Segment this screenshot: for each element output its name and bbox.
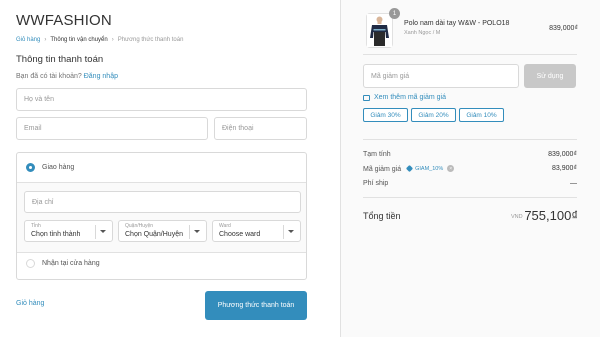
login-prompt-text: Bạn đã có tài khoản? — [16, 73, 82, 80]
discount-label: Mã giảm giá — [363, 166, 402, 173]
apply-coupon-button[interactable]: Sử dụng — [524, 64, 576, 88]
province-select[interactable]: Tỉnh Chọn tỉnh thành — [24, 220, 113, 242]
coupon-chip-20[interactable]: Giảm 20% — [411, 108, 456, 122]
chevron-right-icon: › — [44, 37, 47, 43]
more-coupons-link[interactable]: Xem thêm mã giảm giá — [363, 94, 446, 101]
shipping-method-box: Giao hàng Địa chỉ Tỉnh Chọn tỉnh thành Q… — [16, 152, 307, 280]
login-prompt: Bạn đã có tài khoản? Đăng nhập — [16, 73, 118, 80]
address-section: Địa chỉ Tỉnh Chọn tỉnh thành Quận/Huyện … — [17, 182, 306, 253]
subtotal-label: Tạm tính — [363, 151, 391, 158]
total-label: Tổng tiền — [363, 211, 401, 221]
total-value: 755,100₫ — [524, 208, 578, 223]
delivery-label: Giao hàng — [42, 164, 75, 171]
district-select[interactable]: Quận/Huyện Chọn Quận/Huyện — [118, 220, 207, 242]
shipping-row: Phí ship — — [363, 180, 577, 187]
breadcrumb: Giỏ hàng › Thông tin vận chuyển › Phương thứ… — [16, 37, 183, 43]
tag-icon — [406, 164, 414, 173]
store-logo[interactable]: WWFASHION — [16, 12, 112, 29]
login-link[interactable]: Đăng nhập — [84, 73, 118, 80]
full-name-input[interactable]: Họ và tên — [16, 88, 307, 111]
breadcrumb-cart[interactable]: Giỏ hàng — [16, 37, 40, 43]
product-image — [367, 14, 392, 47]
divider — [363, 139, 577, 140]
pickup-label: Nhận tại cửa hàng — [42, 260, 100, 267]
phone-input[interactable]: Điện thoại — [214, 117, 307, 140]
product-price: 839,000₫ — [549, 25, 578, 32]
province-label: Tỉnh — [31, 223, 41, 229]
total-currency: VND — [511, 214, 523, 220]
section-title: Thông tin thanh toán — [16, 54, 104, 65]
back-to-cart-link[interactable]: Giỏ hàng — [16, 300, 44, 307]
subtotal-value: 839,000₫ — [548, 151, 577, 158]
ward-value: Choose ward — [219, 231, 261, 238]
breadcrumb-payment-method: Phương thức thanh toán — [117, 37, 184, 43]
remove-coupon-icon[interactable]: × — [447, 165, 455, 172]
ward-select[interactable]: Ward Choose ward — [212, 220, 301, 242]
discount-row: Mã giảm giá GIAM_10% × 83,900₫ — [363, 164, 577, 173]
coupon-input[interactable]: Mã giảm giá — [363, 64, 519, 88]
breadcrumb-shipping-info: Thông tin vận chuyển — [50, 37, 108, 43]
pickup-radio[interactable] — [26, 259, 35, 268]
subtotal-row: Tạm tính 839,000₫ — [363, 151, 577, 158]
address-input[interactable]: Địa chỉ — [24, 191, 301, 213]
chevron-down-icon — [288, 230, 294, 233]
applied-coupon-code: GIAM_10% — [415, 165, 444, 172]
product-variant: Xanh Ngọc / M — [404, 30, 441, 36]
more-coupons-label: Xem thêm mã giảm giá — [374, 94, 446, 101]
quantity-badge: 1 — [389, 8, 400, 19]
ward-label: Ward — [219, 223, 231, 229]
select-divider — [189, 225, 190, 239]
shipping-value: — — [570, 180, 577, 187]
coupon-chip-10[interactable]: Giảm 10% — [459, 108, 504, 122]
chevron-right-icon: › — [111, 37, 114, 43]
email-input[interactable]: Email — [16, 117, 208, 140]
select-divider — [95, 225, 96, 239]
product-thumbnail — [366, 13, 393, 48]
applied-coupon-tag: GIAM_10% × — [406, 164, 455, 173]
product-name: Polo nam dài tay W&W - POLO18 — [404, 20, 510, 27]
checkout-form-panel: WWFASHION Giỏ hàng › Thông tin vận chuyển ›… — [0, 0, 340, 337]
chevron-down-icon — [194, 230, 200, 233]
delivery-option[interactable]: Giao hàng — [17, 163, 306, 172]
select-divider — [283, 225, 284, 239]
discount-value: 83,900₫ — [551, 165, 577, 172]
divider — [363, 54, 577, 55]
shipping-label: Phí ship — [363, 180, 389, 187]
delivery-radio[interactable] — [26, 163, 35, 172]
district-value: Chọn Quận/Huyện — [125, 231, 183, 238]
province-value: Chọn tỉnh thành — [31, 231, 81, 238]
chevron-down-icon — [100, 230, 106, 233]
coupon-chip-30[interactable]: Giảm 30% — [363, 108, 408, 122]
pickup-option[interactable]: Nhận tại cửa hàng — [17, 259, 306, 268]
coupon-icon — [363, 94, 370, 101]
divider — [363, 197, 577, 198]
district-label: Quận/Huyện — [125, 223, 154, 229]
continue-payment-button[interactable]: Phương thức thanh toán — [205, 291, 307, 320]
